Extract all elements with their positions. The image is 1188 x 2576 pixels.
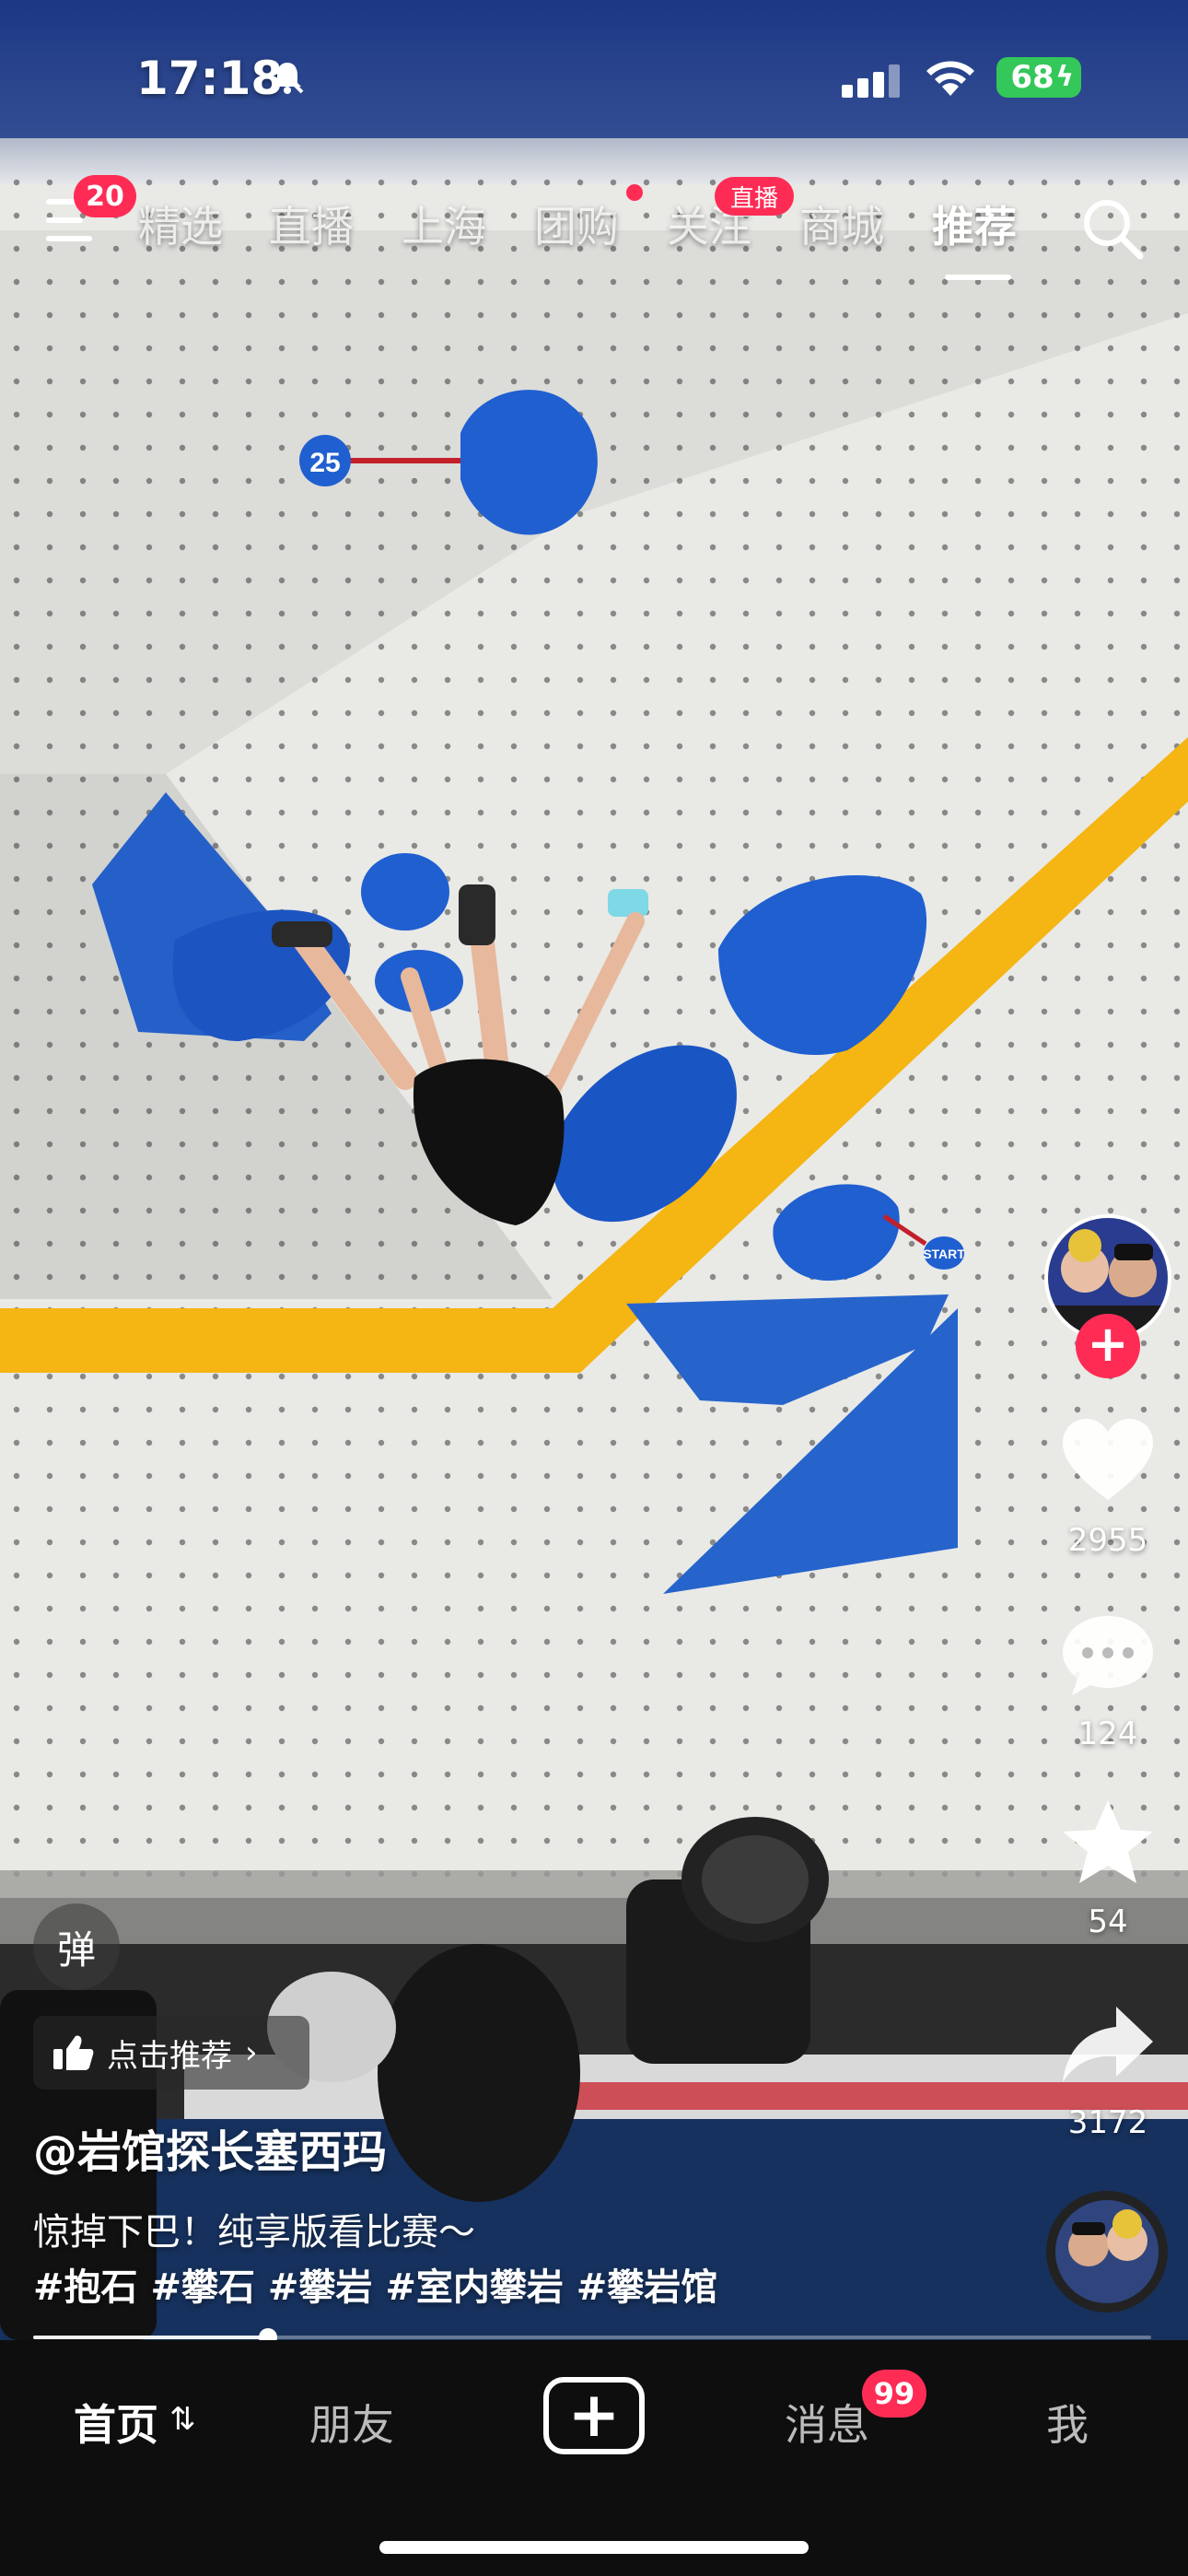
video-player[interactable]: 25 START — [0, 0, 1188, 2340]
music-disc-image — [1055, 2200, 1159, 2303]
video-hashtags[interactable]: #抱石 #攀石 #攀岩 #室内攀岩 #攀岩馆 — [33, 2257, 717, 2311]
home-indicator[interactable] — [379, 2541, 809, 2554]
menu-badge: 20 — [74, 175, 136, 217]
create-button[interactable]: + — [543, 2377, 645, 2454]
messages-badge: 99 — [862, 2370, 926, 2418]
share-icon[interactable] — [1057, 1999, 1159, 2091]
recommend-chip-label: 点击推荐 — [107, 2037, 232, 2075]
tab-mall[interactable]: 商城 — [799, 193, 884, 254]
tab-recommend[interactable]: 推荐 — [932, 193, 1017, 254]
start-tag: START — [923, 1247, 965, 1261]
nav-me[interactable]: 我 — [1046, 2392, 1089, 2453]
tab-live[interactable]: 直播 — [269, 193, 354, 254]
wifi-icon — [926, 61, 974, 96]
author-name[interactable]: @岩馆探长塞西玛 — [33, 2115, 387, 2180]
video-caption: 惊掉下巴！纯享版看比赛～ — [33, 2211, 475, 2254]
active-tab-indicator — [945, 275, 1011, 280]
chevron-right-icon: › — [245, 2034, 258, 2071]
tab-group-buy[interactable]: 团购 — [534, 193, 619, 254]
favorite-star-icon[interactable] — [1057, 1797, 1159, 1889]
swap-icon[interactable]: ⇅ — [169, 2401, 196, 2438]
share-count: 3172 — [1067, 2104, 1148, 2141]
charging-bolt-icon: ϟ — [1055, 61, 1074, 93]
battery-level: 68 — [1010, 59, 1054, 96]
like-count: 2955 — [1067, 1522, 1148, 1559]
nav-home[interactable]: 首页 — [74, 2392, 158, 2453]
nav-messages[interactable]: 消息 — [785, 2392, 869, 2453]
new-dot — [626, 184, 643, 201]
progress-fill — [33, 2336, 268, 2339]
like-icon[interactable] — [1057, 1415, 1159, 1507]
battery-indicator: 68 ϟ — [996, 57, 1081, 98]
cellular-signal-icon — [842, 64, 900, 98]
status-time: 17:18 — [136, 52, 284, 105]
thumbs-up-icon — [53, 2035, 94, 2070]
search-icon[interactable] — [1079, 195, 1146, 262]
comment-icon[interactable] — [1057, 1609, 1159, 1701]
screen: 25 START 17:18 68 ϟ 20 精选 直播 上海 团购 关注 直播… — [0, 0, 1188, 2576]
hold-number-25: 25 — [309, 448, 340, 478]
music-disc[interactable] — [1046, 2191, 1168, 2313]
favorite-count: 54 — [1088, 1903, 1128, 1940]
nav-friends[interactable]: 朋友 — [309, 2392, 394, 2453]
plus-icon: + — [567, 2379, 621, 2452]
live-badge: 直播 — [715, 177, 794, 216]
bell-muted-icon — [271, 61, 304, 94]
recommend-chip[interactable]: 点击推荐 › — [33, 2016, 309, 2090]
danmu-label: 弹 — [56, 1926, 96, 1973]
follow-button[interactable]: + — [1076, 1314, 1140, 1378]
comment-count: 124 — [1077, 1715, 1138, 1752]
danmu-toggle[interactable]: 弹 — [33, 1903, 120, 1990]
tab-jingxuan[interactable]: 精选 — [138, 193, 223, 254]
tab-shanghai[interactable]: 上海 — [402, 193, 486, 254]
